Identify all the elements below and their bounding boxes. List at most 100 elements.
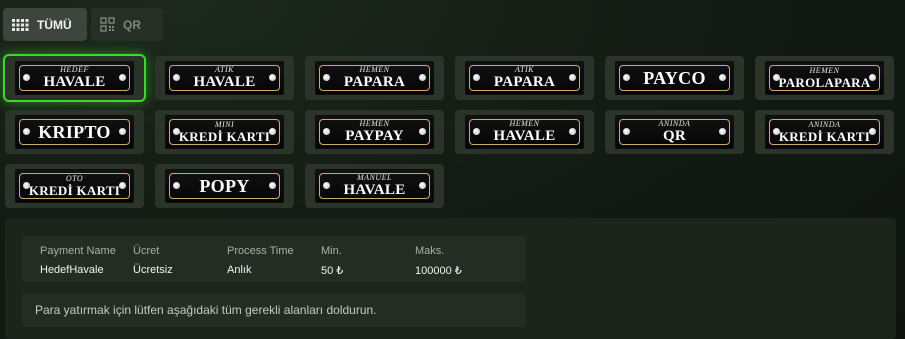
payment-method-logo: PAYCO	[615, 61, 734, 95]
payment-method-prefix: HEMEN	[809, 66, 840, 75]
payment-method-name: KREDİ KARTI	[178, 129, 271, 144]
payment-method-name: KRIPTO	[38, 122, 111, 142]
payment-method-name: HAVALE	[193, 74, 256, 90]
rivet-icon	[23, 74, 30, 81]
min-header: Min.	[321, 245, 342, 257]
rivet-icon	[269, 182, 276, 189]
rivet-icon	[419, 182, 426, 189]
payment-method-prefix: MANUEL	[356, 173, 392, 182]
rivet-icon	[623, 74, 630, 81]
tab-qr-label: QR	[123, 17, 141, 32]
rivet-icon	[323, 74, 330, 81]
payment-method-name: PAPARA	[343, 74, 406, 90]
payment-method-text: HEMEN PAPARA	[344, 66, 405, 90]
max-value: 100000 ₺	[415, 265, 462, 277]
payment-method-card[interactable]: ANINDA QR	[605, 110, 744, 154]
rivet-icon	[269, 74, 276, 81]
payment-method-text: ANINDA QR	[659, 120, 691, 144]
rivet-icon	[119, 128, 126, 135]
payment-method-logo: ATİK HAVALE	[165, 61, 284, 95]
payment-method-card[interactable]: KRIPTO	[5, 110, 144, 154]
payment-method-name: PAPARA	[493, 74, 556, 90]
payment-method-text: HEMEN PAYPAY	[345, 120, 403, 144]
payment-method-card[interactable]: HEMEN PAPARA	[305, 56, 444, 100]
payment-method-text: ATİK PAPARA	[494, 66, 555, 90]
payment-method-card[interactable]: HEMEN HAVALE	[455, 110, 594, 154]
fee-value: Ücretsiz	[133, 264, 173, 276]
payment-method-logo: HEMEN PAPARA	[315, 61, 434, 95]
payment-method-logo: ANINDA KREDİ KARTI	[765, 115, 884, 149]
payment-method-logo: OTO KREDİ KARTI	[15, 169, 134, 203]
payment-method-name: KREDİ KARTI	[778, 129, 871, 144]
payment-method-prefix: HEDEF	[60, 65, 89, 74]
payment-method-name: HAVALE	[43, 74, 106, 90]
payment-method-text: ATİK HAVALE	[193, 66, 255, 90]
payment-method-text: POPY	[199, 177, 249, 195]
payment-method-text: MANUEL HAVALE	[343, 174, 405, 198]
min-value: 50 ₺	[321, 265, 344, 277]
payment-method-card[interactable]: ATİK HAVALE	[155, 56, 294, 100]
payment-method-card[interactable]: HEMEN PAYPAY	[305, 110, 444, 154]
payment-method-text: KRIPTO	[38, 123, 110, 141]
payment-method-prefix: HEMEN	[359, 65, 390, 74]
payment-method-card[interactable]: POPY	[155, 164, 294, 208]
form-instruction-note: Para yatırmak için lütfen aşağıdaki tüm …	[22, 293, 526, 327]
rivet-icon	[173, 182, 180, 189]
payment-method-card[interactable]: HEMEN PAROLAPARA	[755, 56, 894, 100]
payment-method-text: ANINDA KREDİ KARTI	[778, 120, 871, 144]
payment-method-logo: MANUEL HAVALE	[315, 169, 434, 203]
payment-name-column: Payment Name HedefHavale	[40, 245, 116, 276]
fee-column: Ücret Ücretsiz	[133, 245, 173, 276]
payment-method-card[interactable]: OTO KREDİ KARTI	[5, 164, 144, 208]
payment-method-text: HEMEN HAVALE	[493, 120, 555, 144]
payment-method-name: HAVALE	[493, 128, 556, 144]
tab-all[interactable]: TÜMÜ	[3, 8, 87, 41]
payment-method-logo: HEDEF HAVALE	[15, 61, 134, 95]
payment-method-text: PAYCO	[643, 69, 706, 87]
qr-code-icon	[100, 17, 115, 32]
payment-method-card[interactable]: ATİK PAPARA	[455, 56, 594, 100]
payment-method-logo: HEMEN PAYPAY	[315, 115, 434, 149]
payment-method-name: HAVALE	[343, 182, 406, 198]
payment-method-name: PAYCO	[643, 68, 706, 88]
rivet-icon	[869, 128, 876, 135]
rivet-icon	[419, 74, 426, 81]
payment-method-text: HEMEN PAROLAPARA	[778, 66, 871, 90]
payment-method-card[interactable]: HEDEF HAVALE	[5, 56, 144, 100]
rivet-icon	[473, 74, 480, 81]
rivet-icon	[323, 182, 330, 189]
payment-method-logo: HEMEN PAROLAPARA	[765, 61, 884, 95]
filter-tabs: TÜMÜ QR	[3, 8, 163, 41]
payment-name-header: Payment Name	[40, 245, 116, 257]
payment-method-logo: ATİK PAPARA	[465, 61, 584, 95]
tab-qr[interactable]: QR	[91, 8, 163, 41]
process-time-value: Anlık	[227, 264, 252, 276]
rivet-icon	[323, 128, 330, 135]
rivet-icon	[719, 74, 726, 81]
payment-method-prefix: MINI	[214, 120, 235, 129]
payment-method-text: MINI KREDİ KARTI	[178, 120, 271, 144]
payment-method-prefix: ANINDA	[808, 120, 841, 129]
payment-method-card[interactable]: PAYCO	[605, 56, 744, 100]
payment-method-card[interactable]: MANUEL HAVALE	[305, 164, 444, 208]
rivet-icon	[869, 74, 876, 81]
rivet-icon	[23, 128, 30, 135]
payment-name-value: HedefHavale	[40, 264, 104, 276]
payment-method-name: POPY	[199, 176, 250, 196]
payment-method-logo: POPY	[165, 169, 284, 203]
min-column: Min. 50 ₺	[321, 245, 343, 277]
payment-method-name: KREDİ KARTI	[28, 183, 121, 198]
grid-icon	[12, 18, 29, 31]
payment-method-name: PAROLAPARA	[778, 75, 871, 90]
rivet-icon	[119, 182, 126, 189]
fee-header: Ücret	[133, 245, 160, 257]
process-time-header: Process Time	[227, 245, 294, 257]
rivet-icon	[419, 128, 426, 135]
rivet-icon	[623, 128, 630, 135]
payment-details-panel: Payment Name HedefHavale Ücret Ücretsiz …	[5, 218, 896, 339]
payment-method-prefix: ATİK	[514, 65, 535, 74]
rivet-icon	[569, 128, 576, 135]
payment-method-text: HEDEF HAVALE	[43, 66, 105, 90]
payment-method-card[interactable]: MINI KREDİ KARTI	[155, 110, 294, 154]
payment-method-card[interactable]: ANINDA KREDİ KARTI	[755, 110, 894, 154]
